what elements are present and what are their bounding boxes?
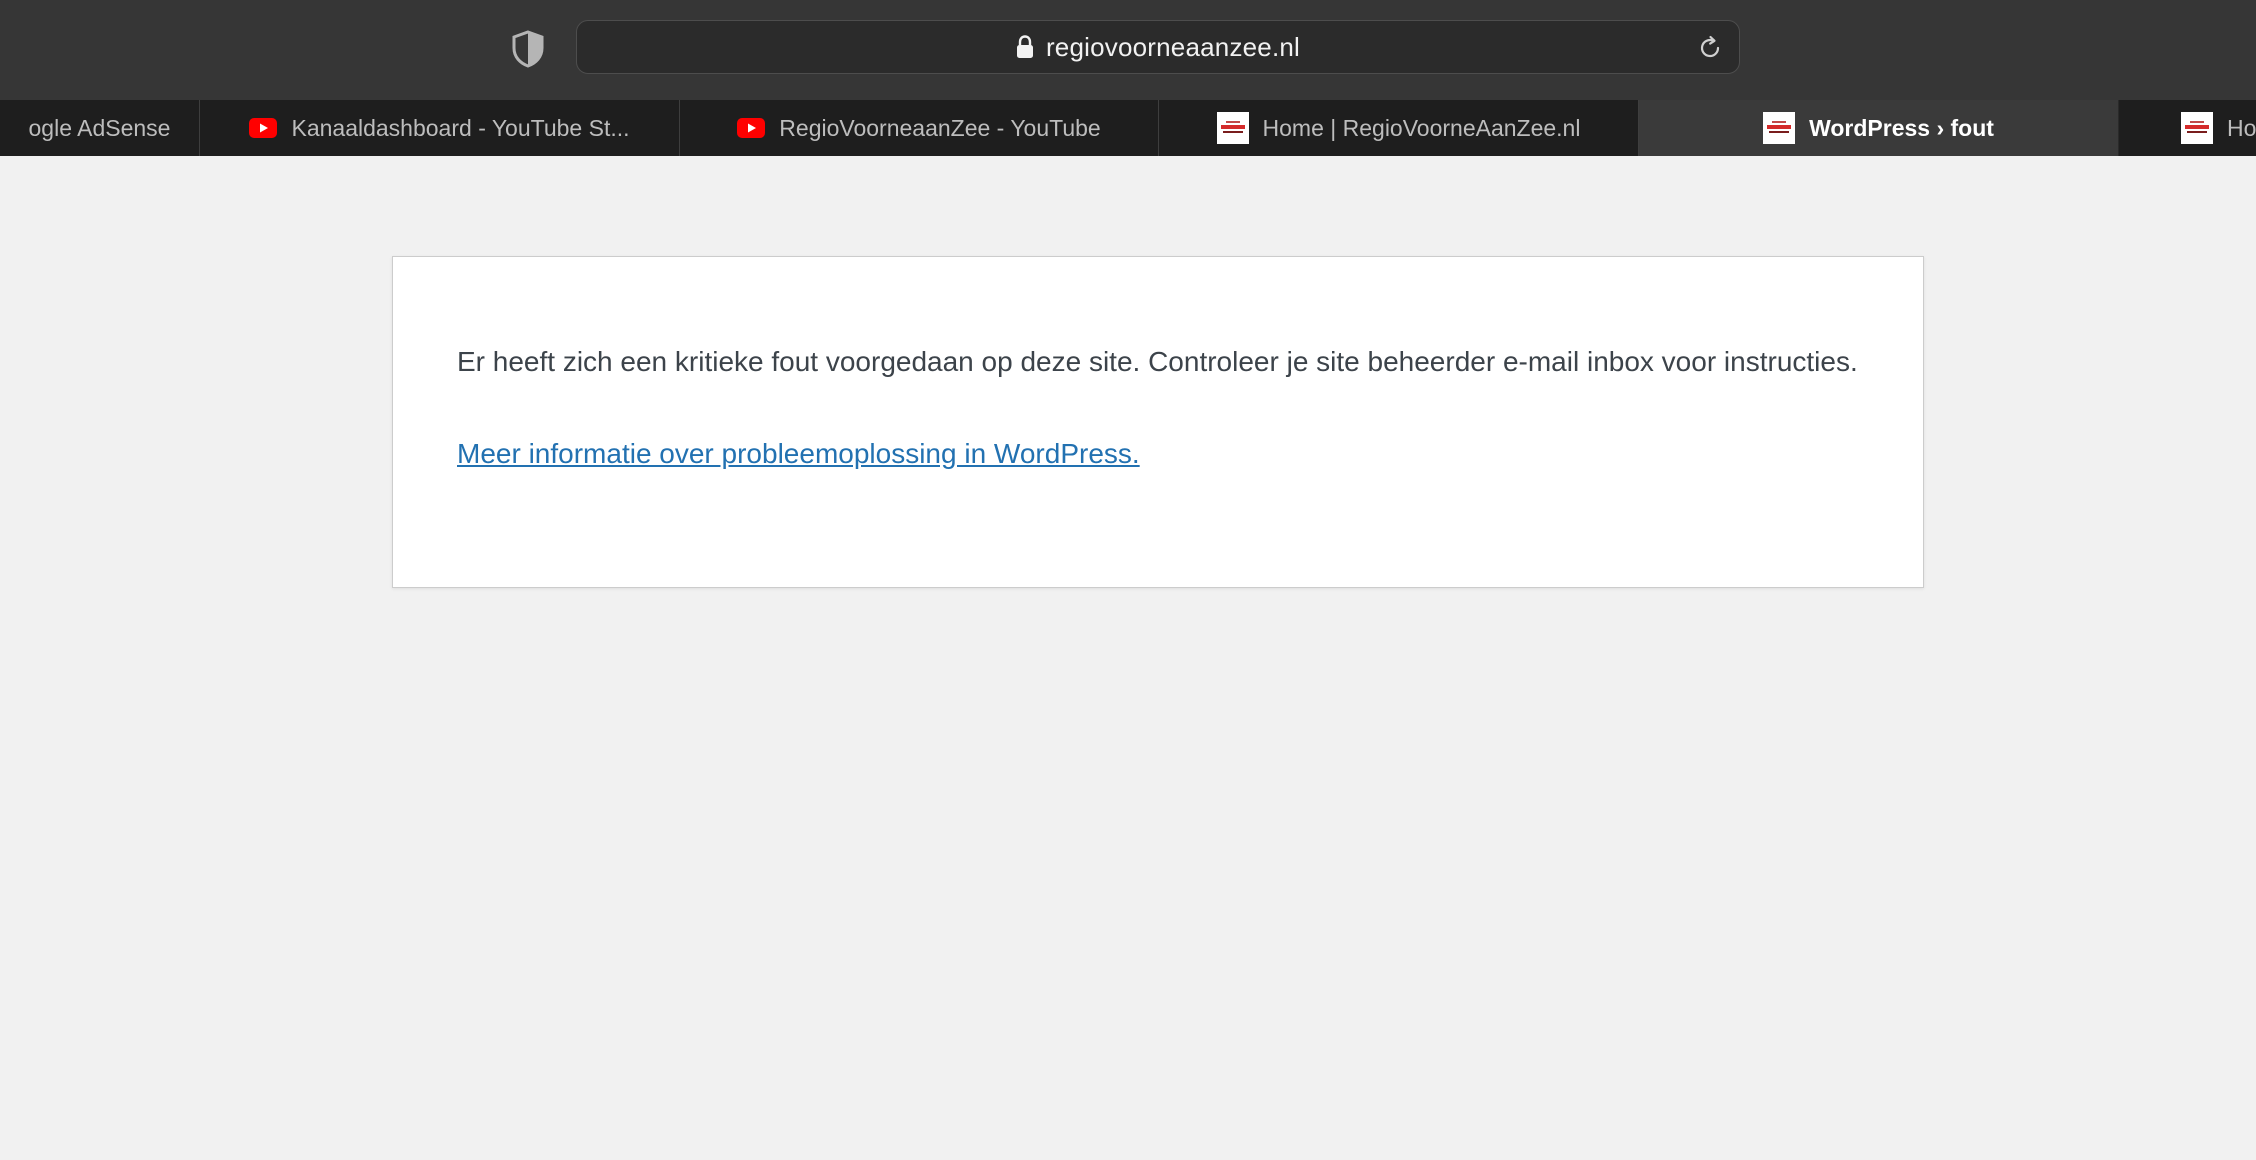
tab-home-overflow[interactable]: Hor (2119, 100, 2256, 156)
tab-label: Kanaaldashboard - YouTube St... (291, 114, 630, 141)
tab-youtube-channel[interactable]: RegioVoorneaanZee - YouTube (680, 100, 1159, 156)
address-bar-content: regiovoorneaanzee.nl (577, 21, 1739, 73)
youtube-icon (737, 118, 766, 138)
tab-label: ogle AdSense (28, 114, 171, 141)
privacy-shield-icon[interactable] (511, 30, 545, 68)
tab-google-adsense[interactable]: ogle AdSense (0, 100, 200, 156)
tab-label: WordPress › fout (1809, 114, 1994, 141)
tab-home-regiovoorne[interactable]: Home | RegioVoorneAanZee.nl (1159, 100, 1639, 156)
url-text: regiovoorneaanzee.nl (1045, 31, 1301, 62)
lock-icon (1016, 35, 1033, 58)
page-content: Er heeft zich een kritieke fout voorgeda… (0, 156, 2256, 1160)
site-favicon-icon (1216, 112, 1249, 144)
browser-toolbar: regiovoorneaanzee.nl (0, 0, 2256, 100)
reload-icon[interactable] (1697, 35, 1723, 61)
site-favicon-icon (2181, 112, 2213, 144)
tab-wordpress-fout[interactable]: WordPress › fout (1639, 100, 2119, 156)
error-message-box: Er heeft zich een kritieke fout voorgeda… (392, 256, 1924, 588)
tab-kanaaldashboard[interactable]: Kanaaldashboard - YouTube St... (200, 100, 680, 156)
youtube-icon (249, 118, 278, 138)
error-message: Er heeft zich een kritieke fout voorgeda… (457, 346, 1858, 377)
tab-bar: ogle AdSense Kanaaldashboard - YouTube S… (0, 100, 2256, 156)
tab-label: Hor (2227, 114, 2256, 141)
address-bar[interactable]: regiovoorneaanzee.nl (576, 20, 1740, 74)
troubleshooting-link[interactable]: Meer informatie over probleemoplossing i… (457, 433, 1140, 475)
tab-label: RegioVoorneaanZee - YouTube (779, 114, 1101, 141)
site-favicon-icon (1763, 112, 1796, 144)
tab-label: Home | RegioVoorneAanZee.nl (1262, 114, 1581, 141)
